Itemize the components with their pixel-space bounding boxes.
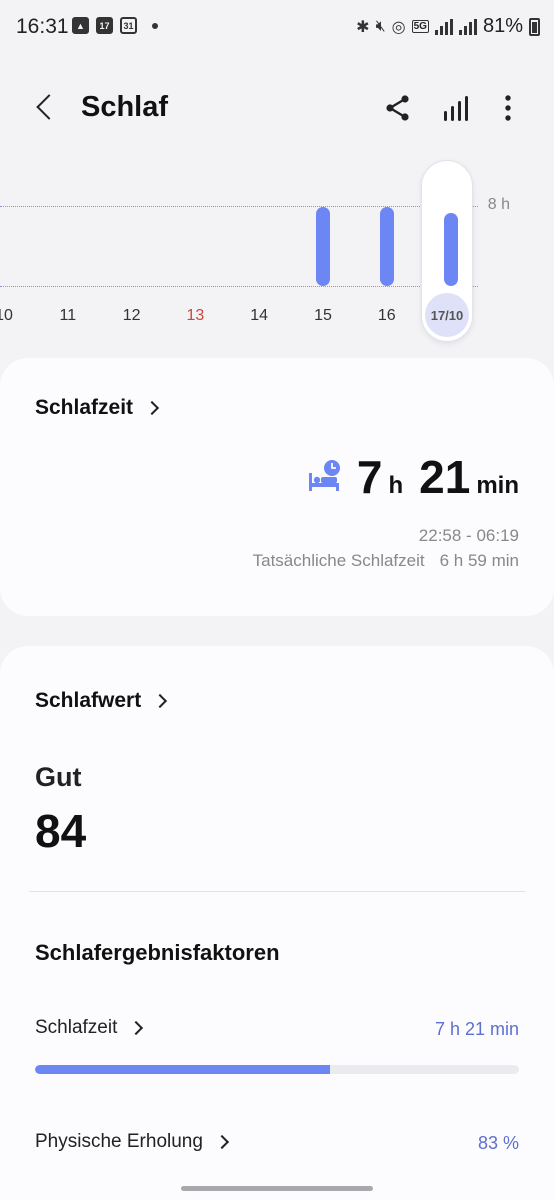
hours-unit: h (388, 472, 404, 499)
notification-icons: ▲ 17 31 (72, 17, 158, 34)
app-header: Schlaf (0, 80, 554, 136)
sleep-bar-15[interactable] (316, 207, 330, 286)
sleep-time-link[interactable]: Schlafzeit (35, 396, 160, 420)
gallery-icon: ▲ (72, 17, 89, 34)
signal-2-icon (458, 18, 477, 35)
sleep-time-title: Schlafzeit (35, 396, 134, 419)
mute-icon: 🔇︎ (375, 17, 386, 35)
grid-line-8h (0, 206, 478, 207)
sleep-duration: 7 h 21 min (307, 450, 519, 504)
sleep-week-chart[interactable]: 8 h 10 11 12 13 14 15 16 17/10 (0, 150, 554, 350)
bed-clock-icon (308, 460, 340, 491)
sleep-score-card: Schlafwert Gut 84 Schlafergebnisfaktoren… (0, 646, 554, 1200)
day-label[interactable]: 14 (239, 307, 279, 325)
factor-progress-bar (35, 1065, 519, 1074)
factor-physical-recovery-link[interactable]: Physische Erholung (35, 1131, 230, 1153)
battery-percent: 81% (482, 15, 523, 37)
factor-progress-fill (35, 1065, 331, 1074)
sleep-time-card: Schlafzeit 7 h 21 min 22:58 - 06:19 Tats… (0, 358, 554, 616)
factor-label: Physische Erholung (35, 1131, 203, 1152)
sleep-bar-16[interactable] (379, 207, 394, 286)
score-rating: Gut (35, 762, 82, 792)
day-label[interactable]: 12 (112, 307, 152, 325)
sleep-hours: 7 (356, 451, 383, 503)
chevron-right-icon (129, 1020, 144, 1036)
chevron-right-icon (214, 1134, 230, 1150)
grid-label-8h: 8 h (487, 196, 510, 213)
factor-value: 83 % (477, 1133, 519, 1153)
day-label[interactable]: 15 (303, 307, 343, 325)
factor-label: Schlafzeit (35, 1017, 118, 1038)
sleep-score-link[interactable]: Schlafwert (35, 689, 168, 713)
divider (29, 891, 525, 892)
page-title: Schlaf (81, 91, 169, 123)
actual-sleep-row: Tatsächliche Schlafzeit 6 h 59 min (253, 551, 519, 571)
sleep-score-title: Schlafwert (35, 689, 142, 712)
factor-value: 7 h 21 min (434, 1019, 519, 1039)
day-label[interactable]: 11 (48, 307, 88, 325)
grid-line-baseline (0, 286, 478, 287)
score-value: 84 (35, 805, 87, 857)
factor-sleep-time-link[interactable]: Schlafzeit (35, 1017, 144, 1039)
back-button[interactable] (30, 92, 60, 124)
chevron-right-icon (153, 693, 168, 709)
sleep-time-range: 22:58 - 06:19 (418, 526, 519, 545)
minutes-unit: min (476, 472, 519, 499)
actual-sleep-label: Tatsächliche Schlafzeit (252, 551, 425, 570)
day-label[interactable]: 10 (0, 307, 24, 325)
battery-icon (529, 17, 540, 36)
factors-title: Schlafergebnisfaktoren (35, 940, 280, 965)
more-options-icon[interactable] (492, 92, 524, 124)
status-time: 16:31 (16, 15, 69, 38)
statistics-icon[interactable] (440, 92, 472, 124)
more-notifications-dot-icon (152, 22, 158, 29)
network-type-label: 5G (411, 20, 429, 33)
day-label[interactable]: 16 (367, 307, 407, 325)
sleep-bar-17-10[interactable] (443, 212, 458, 286)
google-calendar-icon: 31 (120, 17, 137, 34)
chevron-right-icon (144, 400, 160, 416)
system-icons: ✱ 🔇︎ ◎ 5G 81% (356, 15, 540, 38)
hotspot-icon: ◎ (391, 18, 406, 36)
status-bar: 16:31 ▲ 17 31 ✱ 🔇︎ ◎ 5G 81% (0, 0, 554, 54)
home-indicator[interactable] (181, 1186, 373, 1191)
actual-sleep-value: 6 h 59 min (439, 551, 519, 570)
bluetooth-icon: ✱ (356, 18, 370, 36)
day-label[interactable]: 13 (175, 307, 215, 325)
share-icon[interactable] (382, 92, 414, 124)
sleep-minutes: 21 (419, 451, 471, 503)
signal-icon (434, 18, 453, 35)
selected-date-chip[interactable]: 17/10 (425, 293, 469, 337)
calendar-icon: 17 (96, 17, 113, 34)
